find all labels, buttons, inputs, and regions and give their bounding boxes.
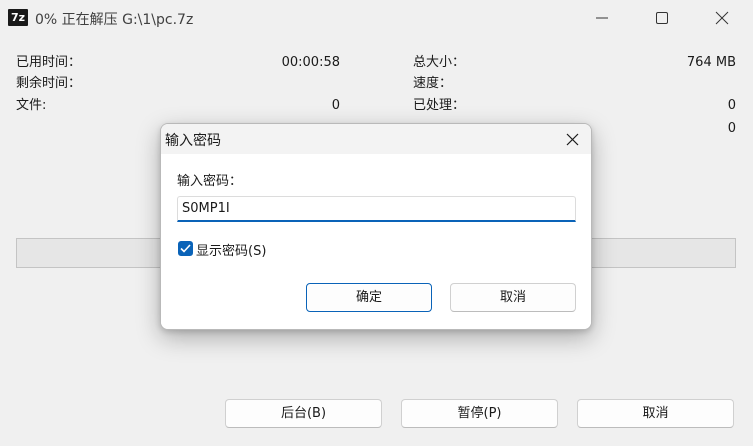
minimize-button[interactable] xyxy=(573,0,633,36)
pause-button[interactable]: 暂停(P) xyxy=(401,399,558,428)
checkmark-icon xyxy=(180,244,191,253)
password-label: 输入密码： xyxy=(177,174,243,189)
close-icon xyxy=(566,133,579,146)
title-bar: 7z 0% 正在解压 G:\1\pc.7z xyxy=(0,0,753,36)
dialog-body: 输入密码： 显示密码(S) 确定 取消 xyxy=(161,154,591,329)
elapsed-time-value: 00:00:58 xyxy=(281,55,340,70)
files-value: 0 xyxy=(331,98,340,113)
maximize-icon xyxy=(656,12,668,24)
maximize-button[interactable] xyxy=(633,0,693,36)
cancel-button[interactable]: 取消 xyxy=(577,399,734,428)
close-icon xyxy=(715,11,729,25)
compressed-size-value: 0 xyxy=(727,121,736,136)
ok-button[interactable]: 确定 xyxy=(306,283,432,312)
close-button[interactable] xyxy=(693,0,753,36)
dialog-cancel-button[interactable]: 取消 xyxy=(450,283,576,312)
files-label: 文件: xyxy=(16,98,47,113)
dialog-title-bar: 输入密码 xyxy=(161,124,591,154)
dialog-title: 输入密码 xyxy=(165,133,221,149)
total-size-label: 总大小： xyxy=(413,55,466,70)
password-dialog: 输入密码 输入密码： 显示密码(S) 确定 取消 xyxy=(160,123,592,330)
minimize-icon xyxy=(596,17,608,19)
password-input[interactable] xyxy=(177,196,576,222)
window-title: 0% 正在解压 G:\1\pc.7z xyxy=(35,12,194,28)
total-size-value: 764 MB xyxy=(686,55,736,70)
elapsed-time-label: 已用时间： xyxy=(16,55,82,70)
dialog-close-button[interactable] xyxy=(555,125,589,153)
extract-progress-window: 7z 0% 正在解压 G:\1\pc.7z 已用时间： 00:00:58 剩余时… xyxy=(0,0,753,446)
show-password-checkbox[interactable] xyxy=(178,241,193,256)
speed-label: 速度： xyxy=(413,76,453,91)
background-button[interactable]: 后台(B) xyxy=(225,399,382,428)
processed-label: 已处理： xyxy=(413,98,466,113)
7zip-app-icon: 7z xyxy=(8,9,28,26)
show-password-label[interactable]: 显示密码(S) xyxy=(196,240,266,259)
remaining-time-label: 剩余时间： xyxy=(16,76,82,91)
processed-value: 0 xyxy=(727,98,736,113)
